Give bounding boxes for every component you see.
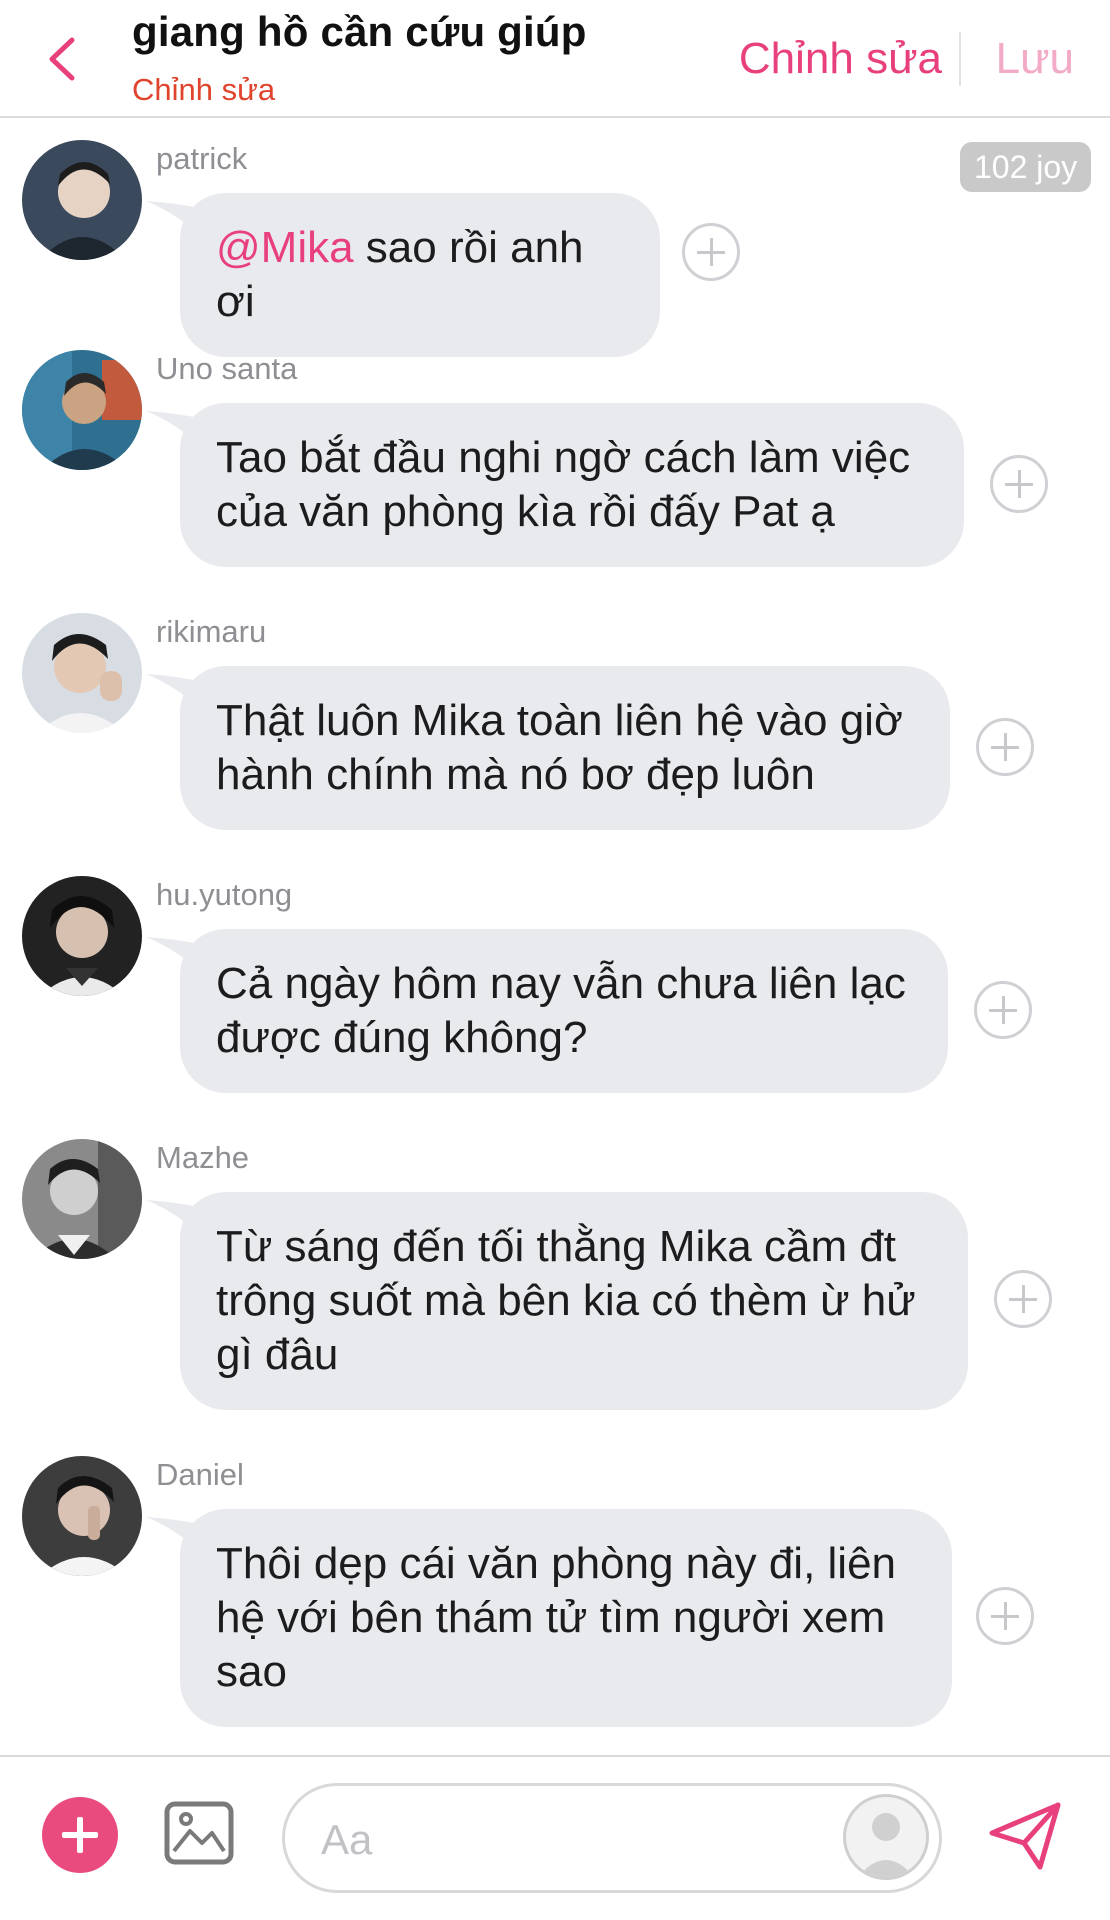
reaction-add-icon[interactable] [994, 1270, 1052, 1328]
sender-name: Uno santa [156, 351, 298, 386]
avatar[interactable] [22, 1139, 142, 1259]
message-bubble[interactable]: Từ sáng đến tối thằng Mika cầm đt trông … [180, 1192, 968, 1410]
avatar[interactable] [22, 1456, 142, 1576]
message-text: Thôi dẹp cái văn phòng này đi, liên hệ v… [216, 1539, 897, 1696]
avatar[interactable] [22, 140, 142, 260]
chat-header: giang hồ cần cứu giúp Chỉnh sửa Chỉnh sử… [0, 0, 1110, 118]
save-button[interactable]: Lưu [996, 34, 1074, 84]
message-bubble[interactable]: Thật luôn Mika toàn liên hệ vào giờ hành… [180, 666, 950, 830]
joy-badge: 102 joy [960, 142, 1092, 192]
chat-title: giang hồ cần cứu giúp [132, 8, 587, 55]
reaction-add-icon[interactable] [990, 455, 1048, 513]
avatar[interactable] [22, 613, 142, 733]
reaction-add-icon[interactable] [682, 223, 740, 281]
message-bubble[interactable]: @Mika sao rồi anh ơi [180, 193, 660, 357]
message-bubble[interactable]: Tao bắt đầu nghi ngờ cách làm việc của v… [180, 403, 964, 567]
sender-name: Daniel [156, 1457, 244, 1492]
message-text: Cả ngày hôm nay vẫn chưa liên lạc được đ… [216, 959, 906, 1062]
edit-button[interactable]: Chỉnh sửa [739, 34, 942, 84]
message-text: Từ sáng đến tối thằng Mika cầm đt trông … [216, 1222, 916, 1379]
image-icon[interactable] [164, 1801, 234, 1865]
message-input[interactable] [321, 1812, 781, 1868]
sender-name: rikimaru [156, 614, 267, 649]
message-input-container [282, 1783, 942, 1893]
user-avatar-icon[interactable] [843, 1794, 929, 1880]
reaction-add-icon[interactable] [976, 1587, 1034, 1645]
message-text: Tao bắt đầu nghi ngờ cách làm việc của v… [216, 433, 911, 536]
sender-name: patrick [156, 141, 248, 176]
add-attachment-button[interactable] [42, 1797, 118, 1873]
chat-subtitle[interactable]: Chỉnh sửa [132, 72, 275, 108]
reaction-add-icon[interactable] [976, 718, 1034, 776]
send-icon[interactable] [988, 1801, 1064, 1871]
avatar[interactable] [22, 876, 142, 996]
mention-link[interactable]: @Mika [216, 223, 354, 272]
sender-name: hu.yutong [156, 877, 293, 912]
message-text: Thật luôn Mika toàn liên hệ vào giờ hành… [216, 696, 903, 799]
back-chevron-icon[interactable] [42, 34, 86, 84]
message-composer [0, 1755, 1110, 1920]
header-divider [959, 32, 961, 86]
sender-name: Mazhe [156, 1140, 250, 1175]
reaction-add-icon[interactable] [974, 981, 1032, 1039]
message-bubble[interactable]: Thôi dẹp cái văn phòng này đi, liên hệ v… [180, 1509, 952, 1727]
avatar[interactable] [22, 350, 142, 470]
message-bubble[interactable]: Cả ngày hôm nay vẫn chưa liên lạc được đ… [180, 929, 948, 1093]
